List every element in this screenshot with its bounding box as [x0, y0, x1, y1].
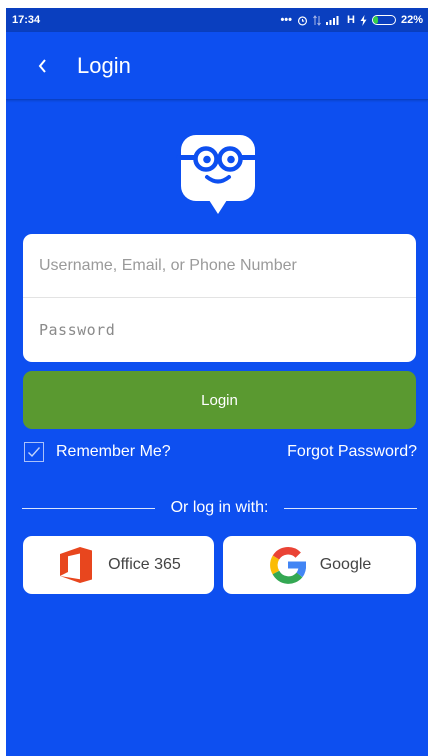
- data-arrows-icon: [313, 14, 321, 26]
- google-label: Google: [319, 556, 372, 573]
- remember-me-checkbox[interactable]: [24, 442, 44, 462]
- remember-row: Remember Me? Forgot Password?: [24, 440, 417, 464]
- battery-level-fill: [372, 16, 378, 24]
- more-dots-icon: •••: [280, 14, 293, 26]
- google-login-button[interactable]: Google: [223, 536, 416, 594]
- remember-me-label: Remember Me?: [56, 443, 171, 460]
- status-bar: 17:34 ••• H 22%: [6, 8, 428, 32]
- network-type: H: [347, 14, 355, 26]
- office365-login-button[interactable]: Office 365: [23, 536, 214, 594]
- alarm-icon: [297, 15, 308, 25]
- checkmark-icon: [28, 447, 41, 458]
- login-button[interactable]: Login: [23, 371, 416, 429]
- signal-icon: [326, 16, 339, 25]
- app-bar: Login: [6, 32, 428, 100]
- status-time: 17:34: [12, 14, 41, 26]
- charging-icon: [360, 14, 367, 26]
- login-button-label: Login: [201, 391, 238, 409]
- login-screen: 17:34 ••• H 22% Login Username, Email, o…: [6, 8, 428, 756]
- edmodo-mascot-icon: [176, 135, 260, 214]
- page-title: Login: [77, 52, 131, 78]
- back-chevron-icon: [38, 58, 46, 73]
- office365-label: Office 365: [108, 556, 181, 573]
- username-input[interactable]: [23, 234, 416, 297]
- battery-percent: 22%: [400, 14, 423, 26]
- alt-login-label: Or log in with:: [170, 499, 269, 516]
- login-form-card: [23, 234, 416, 362]
- battery-icon: [371, 15, 396, 25]
- remember-me-toggle[interactable]: Remember Me?: [24, 442, 171, 462]
- office365-icon: [60, 547, 93, 583]
- divider-line-left: [22, 507, 155, 509]
- forgot-password-link[interactable]: Forgot Password?: [287, 443, 417, 461]
- password-input[interactable]: [23, 298, 416, 361]
- divider-line-right: [284, 507, 417, 509]
- back-button[interactable]: [30, 51, 54, 81]
- google-icon: [269, 547, 306, 584]
- alt-login-divider: Or log in with:: [22, 497, 417, 519]
- status-icons: ••• H 22%: [280, 14, 423, 26]
